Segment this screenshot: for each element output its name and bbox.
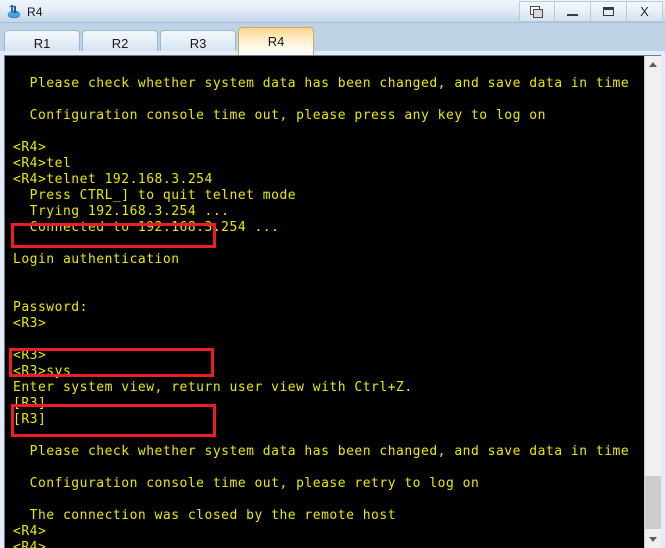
restore-cascade-button[interactable] [519, 1, 555, 22]
terminal-vertical-scrollbar[interactable] [644, 56, 661, 548]
tab-r4[interactable]: R4 [238, 27, 314, 55]
router-icon [6, 4, 22, 20]
tab-r3-label: R3 [189, 35, 207, 51]
scroll-down-button[interactable] [645, 531, 661, 548]
scrollbar-thumb[interactable] [645, 476, 661, 529]
restore-cascade-icon [530, 5, 544, 18]
minimize-icon [567, 13, 578, 16]
maximize-button[interactable] [591, 1, 627, 22]
scroll-up-button[interactable] [645, 56, 661, 73]
maximize-icon [603, 7, 614, 16]
tab-r2-label: R2 [111, 35, 129, 51]
scroll-down-arrow-icon [649, 537, 657, 542]
close-icon: X [640, 4, 649, 19]
console-content-panel: Please check whether system data has bee… [0, 51, 665, 548]
titlebar-left-group: R4 [6, 0, 43, 23]
terminal-output-area[interactable]: Please check whether system data has bee… [5, 56, 645, 548]
terminal-text: Please check whether system data has bee… [13, 76, 630, 548]
close-button[interactable]: X [627, 1, 663, 22]
window-title: R4 [27, 4, 43, 19]
tab-r1-label: R1 [33, 35, 51, 51]
minimize-button[interactable] [555, 1, 591, 22]
window-titlebar: R4 X [0, 0, 665, 23]
window-controls: X [519, 1, 663, 22]
tab-r4-label: R4 [267, 34, 285, 49]
scroll-up-arrow-icon [649, 62, 657, 67]
router-console-window: R4 X R1 R2 R3 R4 Please check whether sy… [0, 0, 665, 548]
terminal-frame: Please check whether system data has bee… [4, 55, 661, 548]
